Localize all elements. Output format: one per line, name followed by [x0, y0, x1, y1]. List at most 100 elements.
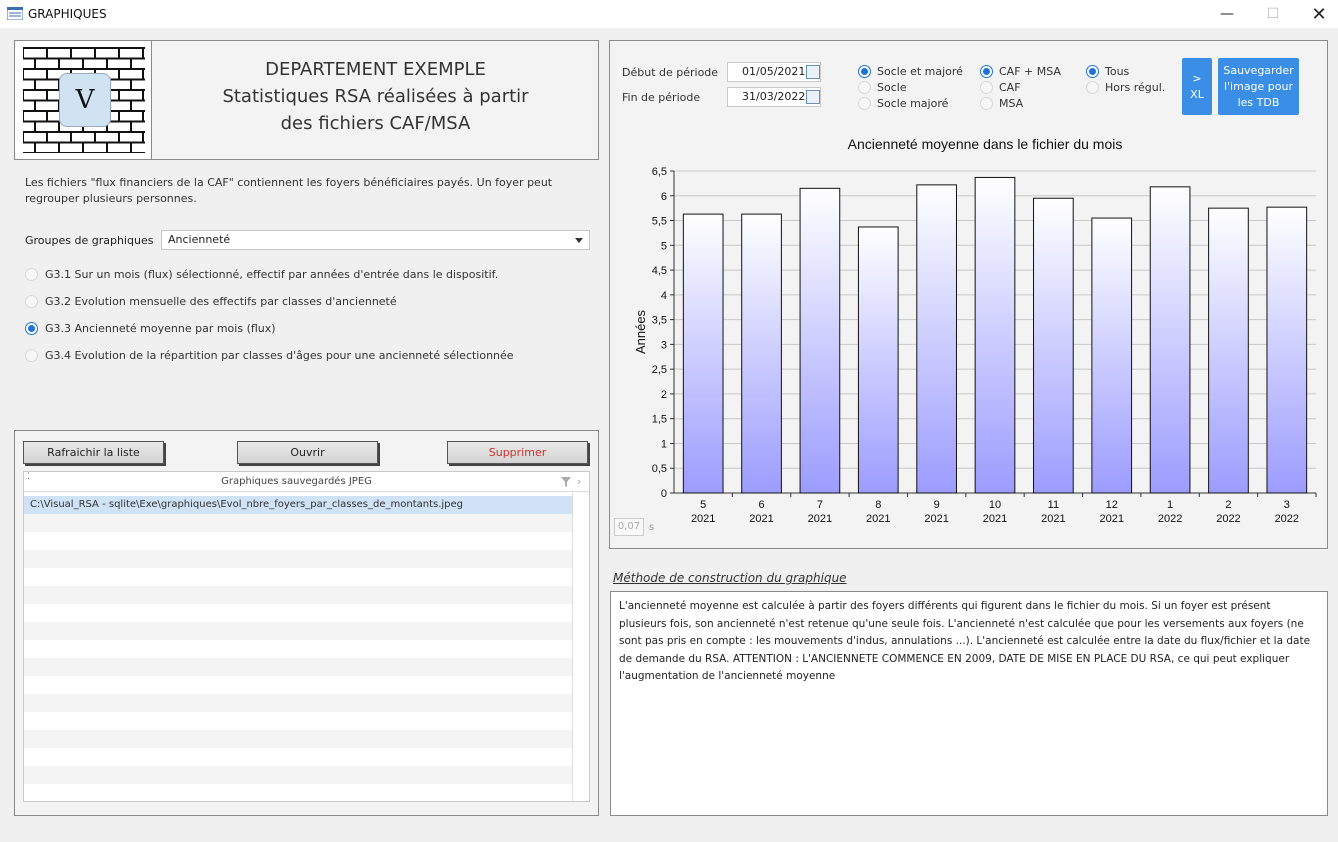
radio-button[interactable]: [1086, 64, 1099, 78]
radio-button[interactable]: [980, 64, 993, 78]
saved-files-list[interactable]: ⁚ Graphiques sauvegardés JPEG › C:\Visua…: [23, 471, 590, 802]
chart-title: Ancienneté moyenne dans le fichier du mo…: [848, 136, 1123, 152]
header-subtitle-1: Statistiques RSA réalisées à partir: [222, 86, 529, 107]
filter-benefit-option[interactable]: Socle et majoré: [858, 63, 963, 79]
radio-button[interactable]: [25, 321, 38, 335]
x-tick-label-month: 1: [1167, 499, 1173, 511]
filter-regul-option[interactable]: Tous: [1086, 63, 1129, 79]
list-item[interactable]: [24, 568, 572, 586]
timer-value: 0,07: [614, 518, 644, 536]
list-item[interactable]: [24, 532, 572, 550]
radio-button[interactable]: [25, 267, 38, 281]
radio-button[interactable]: [858, 64, 871, 78]
x-tick-label-year: 2022: [1158, 513, 1182, 525]
bar: [1091, 217, 1133, 494]
title-bar: GRAPHIQUES — ☐ ✕: [0, 0, 1338, 28]
graph-option-4[interactable]: G3.4 Evolution de la répartition par cla…: [25, 347, 514, 363]
radio-button[interactable]: [25, 348, 38, 362]
list-scrollbar[interactable]: [572, 493, 589, 801]
refresh-list-button[interactable]: Rafraichir la liste: [23, 441, 164, 464]
list-item[interactable]: [24, 766, 572, 784]
groups-dropdown[interactable]: Ancienneté: [161, 230, 590, 250]
list-item[interactable]: [24, 586, 572, 604]
export-xl-button[interactable]: > XL: [1182, 58, 1212, 115]
header-subtitle-2: des fichiers CAF/MSA: [280, 113, 471, 134]
x-tick-label-year: 2021: [691, 513, 715, 525]
graph-option-2[interactable]: G3.2 Evolution mensuelle des effectifs p…: [25, 293, 397, 309]
x-tick-label-month: 9: [934, 499, 940, 511]
bar: [857, 226, 899, 494]
calendar-icon[interactable]: [806, 90, 820, 104]
description-text: Les fichiers "flux financiers de la CAF"…: [25, 176, 553, 205]
filter-organism-option[interactable]: CAF: [980, 79, 1021, 95]
bar: [974, 176, 1016, 494]
graph-option-1[interactable]: G3.1 Sur un mois (flux) sélectionné, eff…: [25, 266, 498, 282]
list-item[interactable]: [24, 730, 572, 748]
list-item[interactable]: [24, 748, 572, 766]
x-tick-label-year: 2021: [924, 513, 948, 525]
filter-benefit-option[interactable]: Socle majoré: [858, 95, 948, 111]
method-text: L'ancienneté moyenne est calculée à part…: [610, 591, 1328, 816]
list-item[interactable]: [24, 676, 572, 694]
logo-letter: V: [59, 73, 111, 127]
delete-button[interactable]: Supprimer: [447, 441, 588, 464]
filter-organism-option[interactable]: CAF + MSA: [980, 63, 1061, 79]
x-tick-label-month: 5: [700, 499, 706, 511]
open-button[interactable]: Ouvrir: [237, 441, 378, 464]
calendar-icon[interactable]: [806, 65, 820, 79]
header-panel: V DEPARTEMENT EXEMPLE Statistiques RSA r…: [14, 40, 599, 160]
y-tick-label: 5: [661, 240, 667, 252]
graph-option-label: G3.2 Evolution mensuelle des effectifs p…: [45, 294, 397, 308]
chevron-down-icon: [575, 238, 583, 243]
window-title: GRAPHIQUES: [28, 7, 107, 21]
groups-selected-value: Ancienneté: [168, 233, 231, 246]
bar: [916, 184, 957, 494]
radio-button[interactable]: [980, 80, 993, 94]
y-tick-label: 3: [661, 339, 667, 351]
list-item[interactable]: [24, 658, 572, 676]
minimize-button[interactable]: —: [1204, 0, 1250, 28]
x-tick-label-month: 11: [1048, 499, 1059, 511]
radio-button[interactable]: [858, 80, 871, 94]
radio-button[interactable]: [980, 96, 993, 110]
list-title: Graphiques sauvegardés JPEG: [221, 476, 372, 487]
list-item[interactable]: [24, 514, 572, 532]
list-item[interactable]: [24, 622, 572, 640]
x-tick-label-month: 12: [1106, 499, 1118, 511]
filter-option-label: Tous: [1105, 64, 1130, 78]
groups-label: Groupes de graphiques: [25, 234, 154, 247]
radio-button[interactable]: [1086, 80, 1099, 94]
y-tick-label: 6: [661, 191, 667, 203]
close-button[interactable]: ✕: [1296, 0, 1338, 28]
filter-icon[interactable]: [561, 477, 571, 487]
list-item[interactable]: [24, 640, 572, 658]
graph-option-3[interactable]: G3.3 Ancienneté moyenne par mois (flux): [25, 320, 276, 336]
save-image-button[interactable]: Sauvegarder l'image pour les TDB: [1218, 58, 1299, 115]
filter-organism-option[interactable]: MSA: [980, 95, 1023, 111]
filter-option-label: CAF: [999, 80, 1021, 94]
filter-option-label: Socle: [877, 80, 907, 94]
x-tick-label-month: 3: [1284, 499, 1290, 511]
filter-regul-option[interactable]: Hors régul.: [1086, 79, 1165, 95]
department-name: DEPARTEMENT EXEMPLE: [265, 59, 486, 80]
bar: [1033, 197, 1074, 494]
radio-button[interactable]: [858, 96, 871, 110]
radio-button[interactable]: [25, 294, 38, 308]
export-xl-arrow: >: [1192, 71, 1202, 85]
x-tick-label-year: 2021: [983, 513, 1007, 525]
filter-benefit-option[interactable]: Socle: [858, 79, 907, 95]
chevron-right-icon[interactable]: ›: [577, 475, 581, 488]
x-tick-label-month: 8: [875, 499, 881, 511]
list-item[interactable]: [24, 550, 572, 568]
list-item[interactable]: [24, 712, 572, 730]
list-item[interactable]: [24, 604, 572, 622]
list-item[interactable]: [24, 694, 572, 712]
list-item[interactable]: [24, 784, 572, 801]
maximize-button[interactable]: ☐: [1250, 0, 1296, 28]
graph-option-label: G3.3 Ancienneté moyenne par mois (flux): [45, 321, 276, 335]
x-tick-label-year: 2022: [1216, 513, 1240, 525]
y-tick-label: 4,5: [652, 265, 667, 277]
list-item[interactable]: C:\Visual_RSA - sqlite\Exe\graphiques\Ev…: [24, 496, 572, 514]
x-tick-label-month: 2: [1225, 499, 1231, 511]
end-date-value: 31/03/2022: [742, 90, 806, 103]
